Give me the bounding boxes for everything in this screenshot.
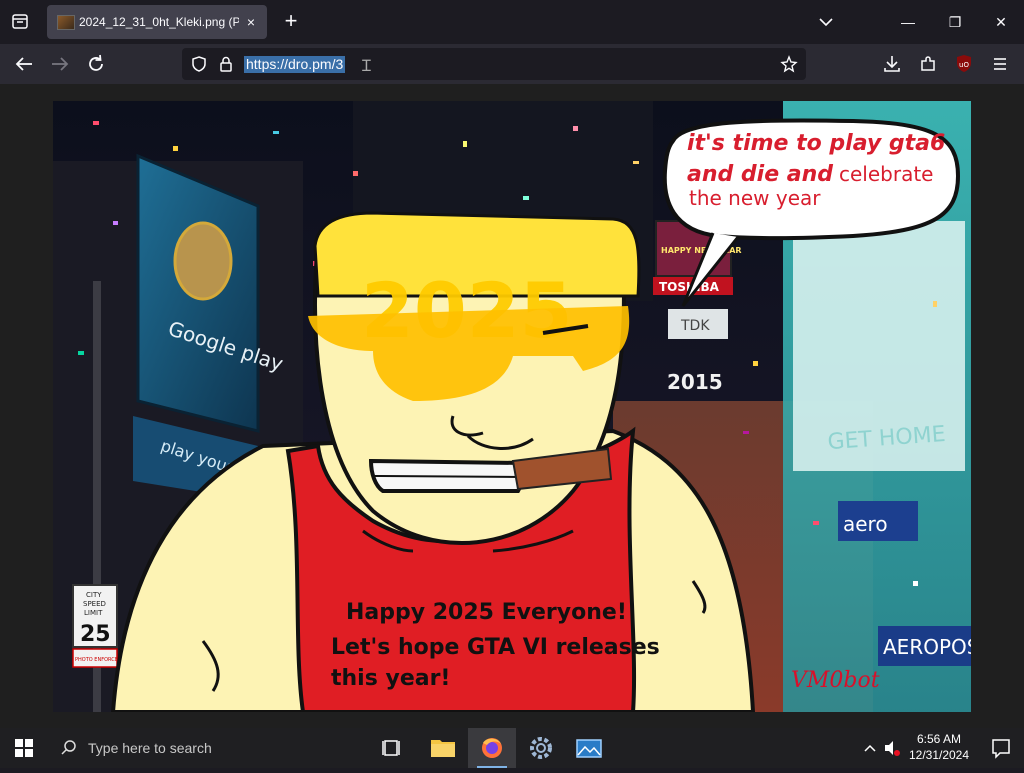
tab-strip: 2024_12_31_0ht_Kleki.png (PNG × + — ❐ ✕ <box>0 0 1024 44</box>
start-button[interactable] <box>0 728 48 768</box>
downloads-button[interactable] <box>878 50 906 78</box>
file-explorer-icon <box>431 740 455 757</box>
clock-time: 6:56 AM <box>916 732 962 746</box>
page-content: GET HOME Google play play your h HAPPY N… <box>0 84 1024 728</box>
artist-signature: VM0bot <box>791 668 880 693</box>
extensions-icon <box>921 56 935 71</box>
shirt-line-1: Happy 2025 Everyone! <box>346 600 627 625</box>
url-text[interactable]: https://dro.pm/3 <box>244 56 346 73</box>
aero-text-1: aero <box>843 512 888 536</box>
search-icon <box>61 740 76 755</box>
notification-icon <box>992 739 1010 759</box>
back-icon <box>15 57 32 71</box>
volume-icon <box>885 741 900 756</box>
lock-icon[interactable] <box>218 55 234 73</box>
speed-speed: SPEED <box>83 600 106 608</box>
speech-line-3: the new year <box>689 186 821 210</box>
teeth-line <box>374 475 522 478</box>
speech-line-1: it's time to play gta6 <box>687 131 945 156</box>
back-button[interactable] <box>10 50 38 78</box>
windows-taskbar: Type here to search 6:56 AM 12/31/2024 <box>0 728 1024 768</box>
menu-icon <box>994 58 1006 70</box>
shirt-line-2: Let's hope GTA VI releases <box>331 635 660 660</box>
search-placeholder: Type here to search <box>88 740 212 756</box>
minimize-button[interactable]: — <box>885 0 931 44</box>
forward-button[interactable] <box>46 50 74 78</box>
extensions-button[interactable] <box>914 50 942 78</box>
shirt-line-3: this year! <box>331 666 450 691</box>
tab-list-button[interactable] <box>6 10 34 34</box>
list-all-tabs-button[interactable] <box>814 12 838 32</box>
task-view-icon <box>382 740 400 756</box>
text-cursor-icon: Ɪ <box>362 58 371 75</box>
new-tab-button[interactable]: + <box>279 9 303 35</box>
navigation-toolbar: https://dro.pm/3 Ɪ uO <box>0 44 1024 84</box>
task-view-button[interactable] <box>370 728 414 768</box>
ublock-button[interactable]: uO <box>950 50 978 78</box>
firefox-taskbar-button[interactable] <box>468 728 516 768</box>
svg-text:uO: uO <box>959 61 969 69</box>
photo-enforced-text: PHOTO ENFORCED <box>75 657 122 663</box>
download-icon <box>884 56 900 72</box>
chevron-up-icon <box>864 744 876 752</box>
photos-taskbar-button[interactable] <box>566 728 612 768</box>
speed-limit: LIMIT <box>84 609 103 617</box>
ublock-icon: uO <box>957 55 971 72</box>
address-bar[interactable]: https://dro.pm/3 Ɪ <box>182 48 806 80</box>
system-clock[interactable]: 6:56 AM 12/31/2024 <box>900 731 978 763</box>
volume-button[interactable] <box>882 728 902 768</box>
photos-icon <box>576 739 602 758</box>
maximize-button[interactable]: ❐ <box>932 0 978 44</box>
taskbar-search[interactable]: Type here to search <box>48 728 348 768</box>
shield-icon[interactable] <box>190 55 208 73</box>
speed-city: CITY <box>86 591 102 599</box>
aeropos-text: AEROPOS <box>883 635 971 659</box>
notifications-button[interactable] <box>978 728 1024 768</box>
close-window-button[interactable]: ✕ <box>978 0 1024 44</box>
tab-title: 2024_12_31_0ht_Kleki.png (PNG <box>79 15 239 29</box>
forward-icon <box>52 57 69 71</box>
reload-icon <box>89 54 103 71</box>
speech-line-2: and die and <box>687 162 833 187</box>
settings-taskbar-button[interactable] <box>518 728 564 768</box>
star-icon[interactable] <box>780 55 798 73</box>
show-hidden-icons-button[interactable] <box>860 728 880 768</box>
windows-start-icon <box>15 739 33 757</box>
clock-date: 12/31/2024 <box>908 748 970 762</box>
sign-2015-text: 2015 <box>667 370 723 394</box>
speed-25: 25 <box>80 622 111 647</box>
displayed-image[interactable]: GET HOME Google play play your h HAPPY N… <box>53 101 971 712</box>
firefox-icon <box>482 738 502 758</box>
app-menu-button[interactable] <box>986 50 1014 78</box>
reload-button[interactable] <box>82 50 110 78</box>
cat-mascot <box>173 221 233 301</box>
tdk-text: TDK <box>680 318 710 334</box>
file-explorer-taskbar-button[interactable] <box>420 728 466 768</box>
speech-line-2b: celebrate <box>839 162 933 186</box>
chevron-down-icon <box>819 18 833 27</box>
tab-image[interactable]: 2024_12_31_0ht_Kleki.png (PNG × <box>47 5 267 39</box>
tab-favicon <box>57 15 75 30</box>
settings-icon <box>530 737 552 759</box>
tab-close-icon[interactable]: × <box>241 12 261 32</box>
tab-list-icon <box>12 14 28 29</box>
